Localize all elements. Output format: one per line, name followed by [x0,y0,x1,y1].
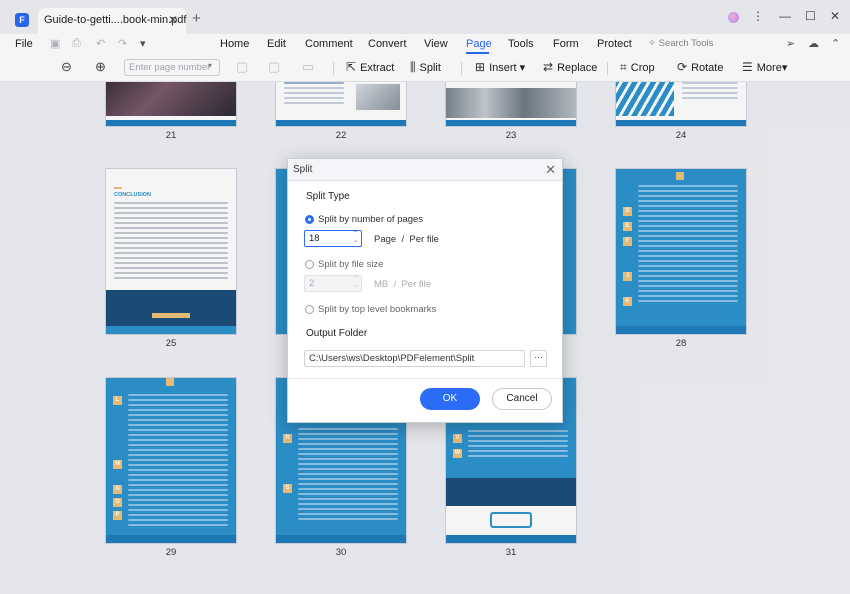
stepper-arrows-icon[interactable]: ⌃ ⌄ [353,276,358,290]
ok-button[interactable]: OK [420,388,480,410]
split-by-pages-label[interactable]: Split by number of pages [318,214,423,225]
output-folder-input[interactable]: C:\Users\ws\Desktop\PDFelement\Split [304,350,525,367]
pages-value: 18 [309,233,320,244]
pages-unit-label: Page / Per file [374,234,439,245]
size-stepper[interactable]: 2 ⌃ ⌄ [304,275,362,292]
close-icon[interactable]: ✕ [545,162,556,178]
split-by-size-label[interactable]: Split by file size [318,259,383,270]
radio-split-by-pages[interactable] [305,215,314,224]
split-type-label: Split Type [306,191,350,202]
dialog-title: Split [293,164,313,175]
stepper-arrows-icon[interactable]: ⌃ ⌄ [353,231,358,245]
size-unit-label: MB / Per file [374,279,431,290]
per-file: Per file [409,234,439,245]
dialog-divider [288,378,562,379]
split-dialog: Split ✕ Split Type Split by number of pa… [287,158,563,423]
radio-split-by-size[interactable] [305,260,314,269]
browse-folder-button[interactable]: ··· [530,350,547,367]
mb-unit: MB [374,279,389,290]
per-file: Per file [401,279,432,290]
slash: / [393,279,397,290]
slash: / [401,234,405,245]
output-folder-label: Output Folder [306,328,368,339]
size-value: 2 [309,278,315,289]
page-unit: Page [374,234,397,245]
dialog-header: Split ✕ [288,159,562,181]
pages-per-file-stepper[interactable]: 18 ⌃ ⌄ [304,230,362,247]
split-by-bookmarks-label[interactable]: Split by top level bookmarks [318,304,436,315]
radio-split-by-bookmarks[interactable] [305,305,314,314]
cancel-button[interactable]: Cancel [492,388,552,410]
